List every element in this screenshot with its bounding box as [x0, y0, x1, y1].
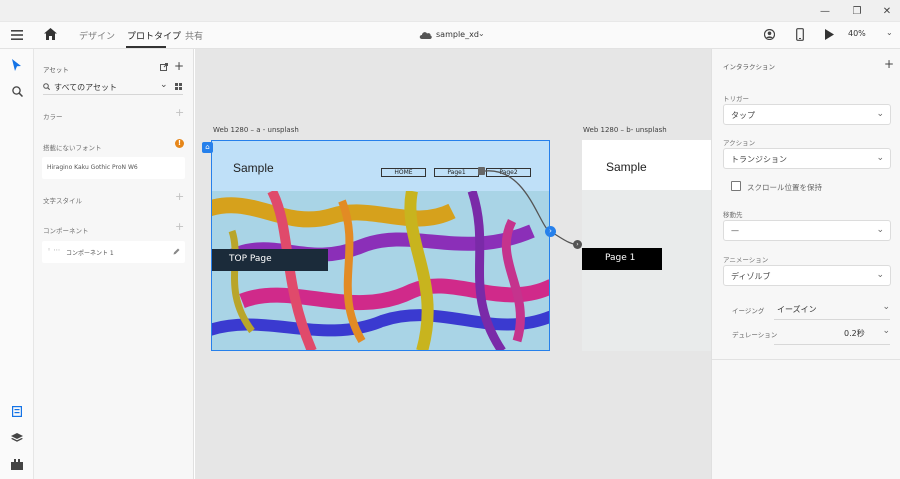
destination-select[interactable]: — ⌄	[723, 220, 891, 241]
animation-select[interactable]: ディゾルブ ⌄	[723, 265, 891, 286]
tab-share[interactable]: 共有	[185, 29, 203, 42]
component-handle-icon: ◦ ⋯	[47, 246, 61, 254]
duration-value: 0.2秒	[844, 329, 865, 338]
destination-chevron-icon: ⌄	[876, 225, 884, 235]
animation-chevron-icon: ⌄	[876, 270, 884, 280]
duration-select[interactable]: 0.2秒 ⌄	[832, 325, 890, 341]
component-item[interactable]: ◦ ⋯ コンポーネント 1	[42, 241, 185, 263]
left-toolbar	[0, 49, 34, 479]
missing-font-item[interactable]: Hiragino Kaku Gothic ProN W6	[42, 157, 185, 179]
interaction-panel: インタラクション + トリガー タップ ⌄ アクション トランジション ⌄ スク…	[711, 49, 900, 479]
document-title[interactable]: sample_xd	[436, 30, 479, 39]
warning-icon: !	[175, 139, 184, 148]
layers-icon[interactable]	[11, 433, 23, 443]
play-preview-icon[interactable]	[825, 29, 834, 40]
plugins-icon[interactable]	[11, 459, 23, 470]
trigger-value: タップ	[731, 111, 755, 120]
wire-target-icon[interactable]: ›	[573, 240, 582, 249]
filter-chevron-icon[interactable]: ⌄	[160, 80, 168, 90]
components-label: コンポーネント	[43, 227, 89, 235]
animation-label: アニメーション	[723, 256, 769, 264]
asset-filter-select[interactable]: すべてのアセット	[54, 82, 117, 93]
destination-value: —	[731, 226, 739, 235]
duration-label: デュレーション	[732, 331, 778, 339]
assets-panel-icon[interactable]	[12, 406, 22, 417]
assets-panel: アセット + すべてのアセット ⌄ カラー + 搭載にないフォント ! Hira…	[34, 49, 194, 479]
home-icon[interactable]	[44, 28, 57, 40]
title-bar: — ❐ ✕	[0, 0, 900, 22]
zoom-chevron-icon[interactable]: ⌄	[886, 28, 893, 37]
colors-section-label: カラー	[43, 113, 63, 121]
design-canvas[interactable]: Web 1280 – a - unsplash Web 1280 – b- un…	[195, 49, 711, 479]
zoom-level[interactable]: 40%	[848, 29, 866, 38]
user-profile-icon[interactable]	[764, 29, 775, 40]
component-item-name: コンポーネント 1	[66, 250, 114, 257]
close-button[interactable]: ✕	[880, 4, 894, 18]
grid-view-icon[interactable]	[175, 83, 182, 90]
add-interaction-icon[interactable]: +	[884, 57, 894, 71]
destination-label: 移動先	[723, 211, 743, 219]
action-chevron-icon: ⌄	[876, 153, 884, 163]
zoom-tool-icon[interactable]	[12, 86, 23, 97]
action-value: トランジション	[731, 155, 787, 164]
text-styles-label: 文字スタイル	[43, 197, 82, 205]
add-text-style-icon[interactable]: +	[175, 190, 184, 203]
search-divider	[43, 94, 183, 95]
search-icon	[43, 83, 50, 90]
preserve-scroll-label: スクロール位置を保持	[747, 183, 822, 192]
preserve-scroll-checkbox[interactable]	[731, 181, 741, 191]
active-tab-indicator	[126, 46, 166, 48]
duration-chevron-icon: ⌄	[882, 326, 890, 336]
easing-divider	[774, 319, 890, 320]
panel-section-divider	[712, 359, 900, 360]
prototype-connection-wire[interactable]	[195, 49, 711, 479]
tab-prototype[interactable]: プロトタイプ	[127, 29, 181, 42]
easing-label: イージング	[732, 307, 765, 315]
hamburger-menu-icon[interactable]	[11, 30, 23, 40]
animation-value: ディゾルブ	[731, 272, 771, 281]
assets-title: アセット	[43, 66, 69, 74]
edit-component-icon[interactable]	[173, 248, 180, 255]
easing-value: イーズイン	[777, 305, 817, 314]
add-asset-icon[interactable]: +	[174, 59, 184, 73]
trigger-label: トリガー	[723, 95, 749, 103]
export-assets-icon[interactable]	[160, 63, 168, 71]
trigger-select[interactable]: タップ ⌄	[723, 104, 891, 125]
device-preview-icon[interactable]	[796, 28, 804, 41]
top-toolbar: デザイン プロトタイプ 共有 sample_xd ⌄ 40% ⌄	[0, 22, 900, 49]
tab-design[interactable]: デザイン	[79, 29, 115, 42]
trigger-chevron-icon: ⌄	[876, 109, 884, 119]
duration-divider	[774, 344, 890, 345]
document-menu-chevron-icon[interactable]: ⌄	[478, 29, 485, 38]
easing-select[interactable]: イーズイン ⌄	[774, 301, 890, 317]
action-select[interactable]: トランジション ⌄	[723, 148, 891, 169]
wire-arrow-icon[interactable]: ›	[545, 226, 556, 237]
select-arrow-icon[interactable]	[12, 59, 21, 71]
add-color-icon[interactable]: +	[175, 106, 184, 119]
missing-fonts-label: 搭載にないフォント	[43, 144, 102, 152]
restore-button[interactable]: ❐	[850, 4, 864, 18]
action-label: アクション	[723, 139, 756, 147]
minimize-button[interactable]: —	[818, 4, 832, 18]
cloud-icon	[419, 32, 432, 39]
missing-font-name: Hiragino Kaku Gothic ProN W6	[47, 164, 138, 171]
interaction-title: インタラクション	[723, 63, 775, 71]
easing-chevron-icon: ⌄	[882, 302, 890, 312]
add-component-icon[interactable]: +	[175, 220, 184, 233]
